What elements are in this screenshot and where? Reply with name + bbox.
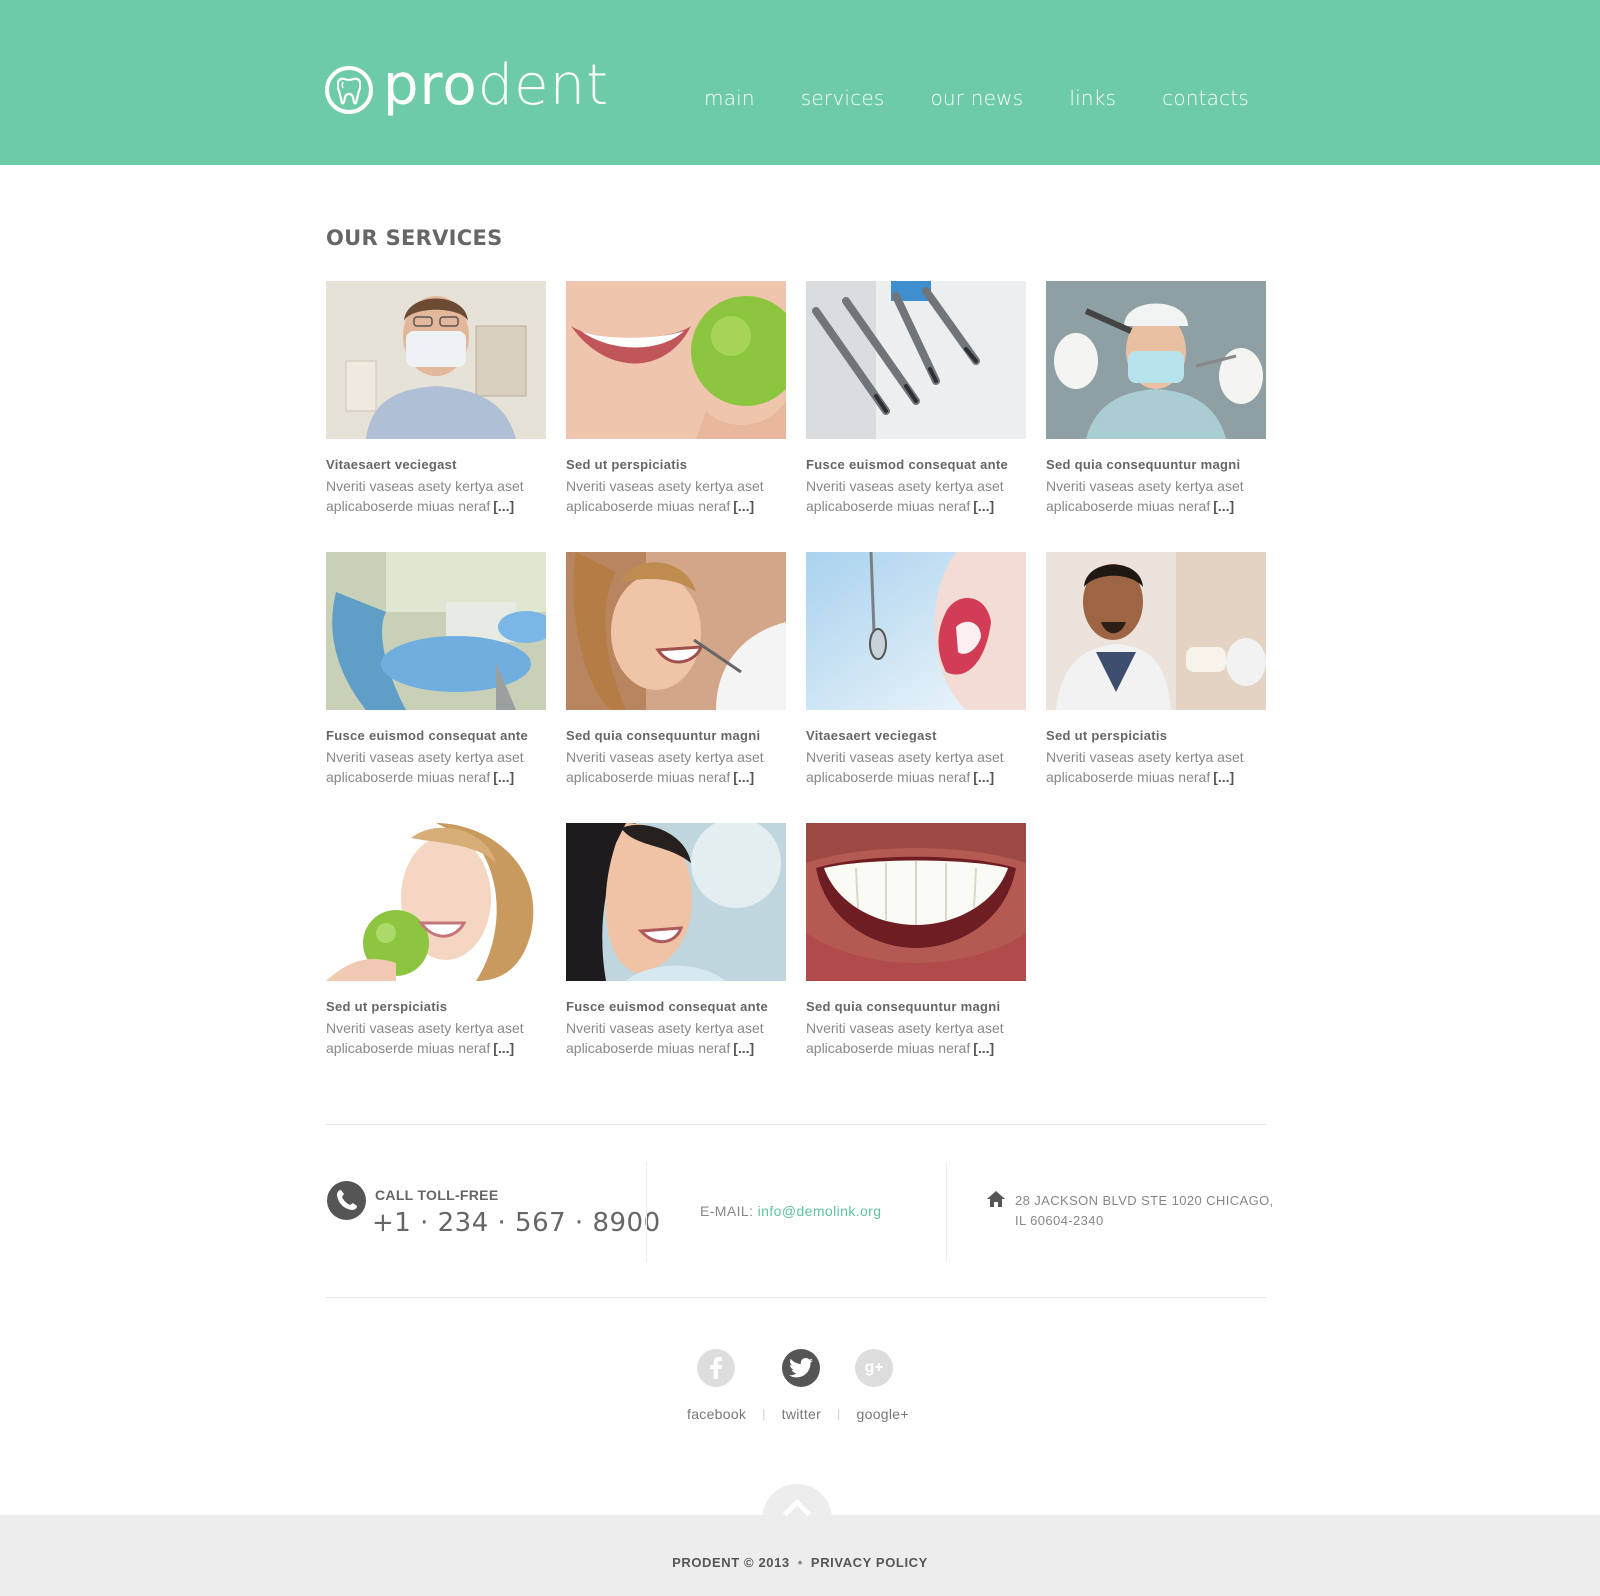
nav-services[interactable]: services [801, 86, 885, 110]
service-title[interactable]: Fusce euismod consequat ante [806, 457, 1026, 472]
facebook-link[interactable]: facebook [687, 1406, 746, 1422]
service-text: Nveriti vaseas asety kertya aset aplicab… [566, 747, 786, 787]
home-icon [986, 1190, 1006, 1213]
divider [326, 1124, 1266, 1125]
service-text: Nveriti vaseas asety kertya aset aplicab… [806, 476, 1026, 516]
site-header: prodent main services our news links con… [0, 0, 1600, 165]
service-title[interactable]: Vitaesaert veciegast [806, 728, 1026, 743]
service-card: Fusce euismod consequat ante Nveriti vas… [806, 281, 1026, 552]
divider [946, 1162, 947, 1262]
service-text: Nveriti vaseas asety kertya aset aplicab… [1046, 747, 1266, 787]
service-text: Nveriti vaseas asety kertya aset aplicab… [806, 747, 1026, 787]
service-card: Vitaesaert veciegast Nveriti vaseas aset… [806, 552, 1026, 823]
service-text: Nveriti vaseas asety kertya aset aplicab… [566, 1018, 786, 1058]
service-photo[interactable] [806, 823, 1026, 981]
logo-bold: pro [383, 53, 478, 118]
service-photo[interactable] [1046, 552, 1266, 710]
facebook-icon[interactable] [697, 1349, 735, 1387]
email-block: E-MAIL: info@demolink.org [700, 1203, 881, 1219]
footer-text: PRODENT © 2013 • PRIVACY POLICY [0, 1555, 1600, 1570]
phone-icon [327, 1181, 366, 1220]
footer-dot: • [797, 1555, 803, 1570]
service-text: Nveriti vaseas asety kertya aset aplicab… [1046, 476, 1266, 516]
service-text: Nveriti vaseas asety kertya aset aplicab… [806, 1018, 1026, 1058]
service-photo[interactable] [326, 823, 546, 981]
service-photo[interactable] [566, 281, 786, 439]
google-plus-link[interactable]: google+ [857, 1406, 909, 1422]
read-more-link[interactable]: [...] [973, 498, 994, 514]
main-nav: main services our news links contacts [704, 86, 1249, 110]
read-more-link[interactable]: [...] [493, 769, 514, 785]
google-plus-icon[interactable]: g+ [855, 1349, 893, 1387]
service-card: Sed quia consequuntur magni Nveriti vase… [566, 552, 786, 823]
read-more-link[interactable]: [...] [973, 769, 994, 785]
read-more-link[interactable]: [...] [973, 1040, 994, 1056]
separator: | [837, 1407, 841, 1421]
service-title[interactable]: Sed ut perspiciatis [1046, 728, 1266, 743]
service-title[interactable]: Sed quia consequuntur magni [806, 999, 1026, 1014]
service-photo[interactable] [566, 823, 786, 981]
service-card: Sed quia consequuntur magni Nveriti vase… [1046, 281, 1266, 552]
privacy-policy-link[interactable]: PRIVACY POLICY [811, 1555, 928, 1570]
services-grid: Vitaesaert veciegast Nveriti vaseas aset… [326, 281, 1266, 1094]
service-title[interactable]: Sed ut perspiciatis [326, 999, 546, 1014]
service-title[interactable]: Fusce euismod consequat ante [566, 999, 786, 1014]
service-text: Nveriti vaseas asety kertya aset aplicab… [326, 1018, 546, 1058]
chevron-up-icon [782, 1498, 812, 1528]
service-title[interactable]: Sed quia consequuntur magni [1046, 457, 1266, 472]
service-card: Sed ut perspiciatis Nveriti vaseas asety… [1046, 552, 1266, 823]
service-title[interactable]: Fusce euismod consequat ante [326, 728, 546, 743]
service-photo[interactable] [806, 281, 1026, 439]
twitter-icon[interactable] [782, 1349, 820, 1387]
call-label: CALL TOLL-FREE [375, 1187, 499, 1203]
email-link[interactable]: info@demolink.org [758, 1203, 882, 1219]
service-card: Sed ut perspiciatis Nveriti vaseas asety… [326, 823, 546, 1094]
back-to-top-button[interactable] [762, 1484, 832, 1554]
nav-contacts[interactable]: contacts [1162, 86, 1249, 110]
divider [326, 1297, 1266, 1298]
service-text: Nveriti vaseas asety kertya aset aplicab… [326, 476, 546, 516]
logo-light: dent [477, 53, 610, 118]
nav-main[interactable]: main [704, 86, 755, 110]
read-more-link[interactable]: [...] [733, 769, 754, 785]
service-card: Sed quia consequuntur magni Nveriti vase… [806, 823, 1026, 1094]
read-more-link[interactable]: [...] [733, 1040, 754, 1056]
service-text: Nveriti vaseas asety kertya aset aplicab… [326, 747, 546, 787]
tooth-icon [325, 66, 373, 114]
twitter-link[interactable]: twitter [782, 1406, 821, 1422]
call-number[interactable]: +1 · 234 · 567 · 8900 [372, 1208, 661, 1238]
read-more-link[interactable]: [...] [733, 498, 754, 514]
service-card: Fusce euismod consequat ante Nveriti vas… [326, 552, 546, 823]
nav-our-news[interactable]: our news [930, 86, 1023, 110]
separator: | [762, 1407, 766, 1421]
logo-text: prodent [383, 58, 609, 114]
divider [646, 1162, 647, 1262]
social-links: facebook | twitter | google+ [687, 1406, 909, 1422]
service-photo[interactable] [806, 552, 1026, 710]
read-more-link[interactable]: [...] [493, 498, 514, 514]
email-label: E-MAIL: [700, 1203, 754, 1219]
service-card: Sed ut perspiciatis Nveriti vaseas asety… [566, 281, 786, 552]
service-photo[interactable] [566, 552, 786, 710]
service-title[interactable]: Vitaesaert veciegast [326, 457, 546, 472]
logo[interactable]: prodent [325, 58, 609, 120]
read-more-link[interactable]: [...] [1213, 498, 1234, 514]
copyright: PRODENT © 2013 [672, 1555, 790, 1570]
read-more-link[interactable]: [...] [493, 1040, 514, 1056]
service-title[interactable]: Sed quia consequuntur magni [566, 728, 786, 743]
service-photo[interactable] [326, 552, 546, 710]
nav-links[interactable]: links [1069, 86, 1116, 110]
service-card: Fusce euismod consequat ante Nveriti vas… [566, 823, 786, 1094]
service-photo[interactable] [1046, 281, 1266, 439]
read-more-link[interactable]: [...] [1213, 769, 1234, 785]
service-title[interactable]: Sed ut perspiciatis [566, 457, 786, 472]
service-card: Vitaesaert veciegast Nveriti vaseas aset… [326, 281, 546, 552]
service-photo[interactable] [326, 281, 546, 439]
address: 28 JACKSON BLVD STE 1020 CHICAGO, IL 606… [1015, 1193, 1274, 1228]
service-text: Nveriti vaseas asety kertya aset aplicab… [566, 476, 786, 516]
section-title: OUR SERVICES [326, 226, 503, 250]
